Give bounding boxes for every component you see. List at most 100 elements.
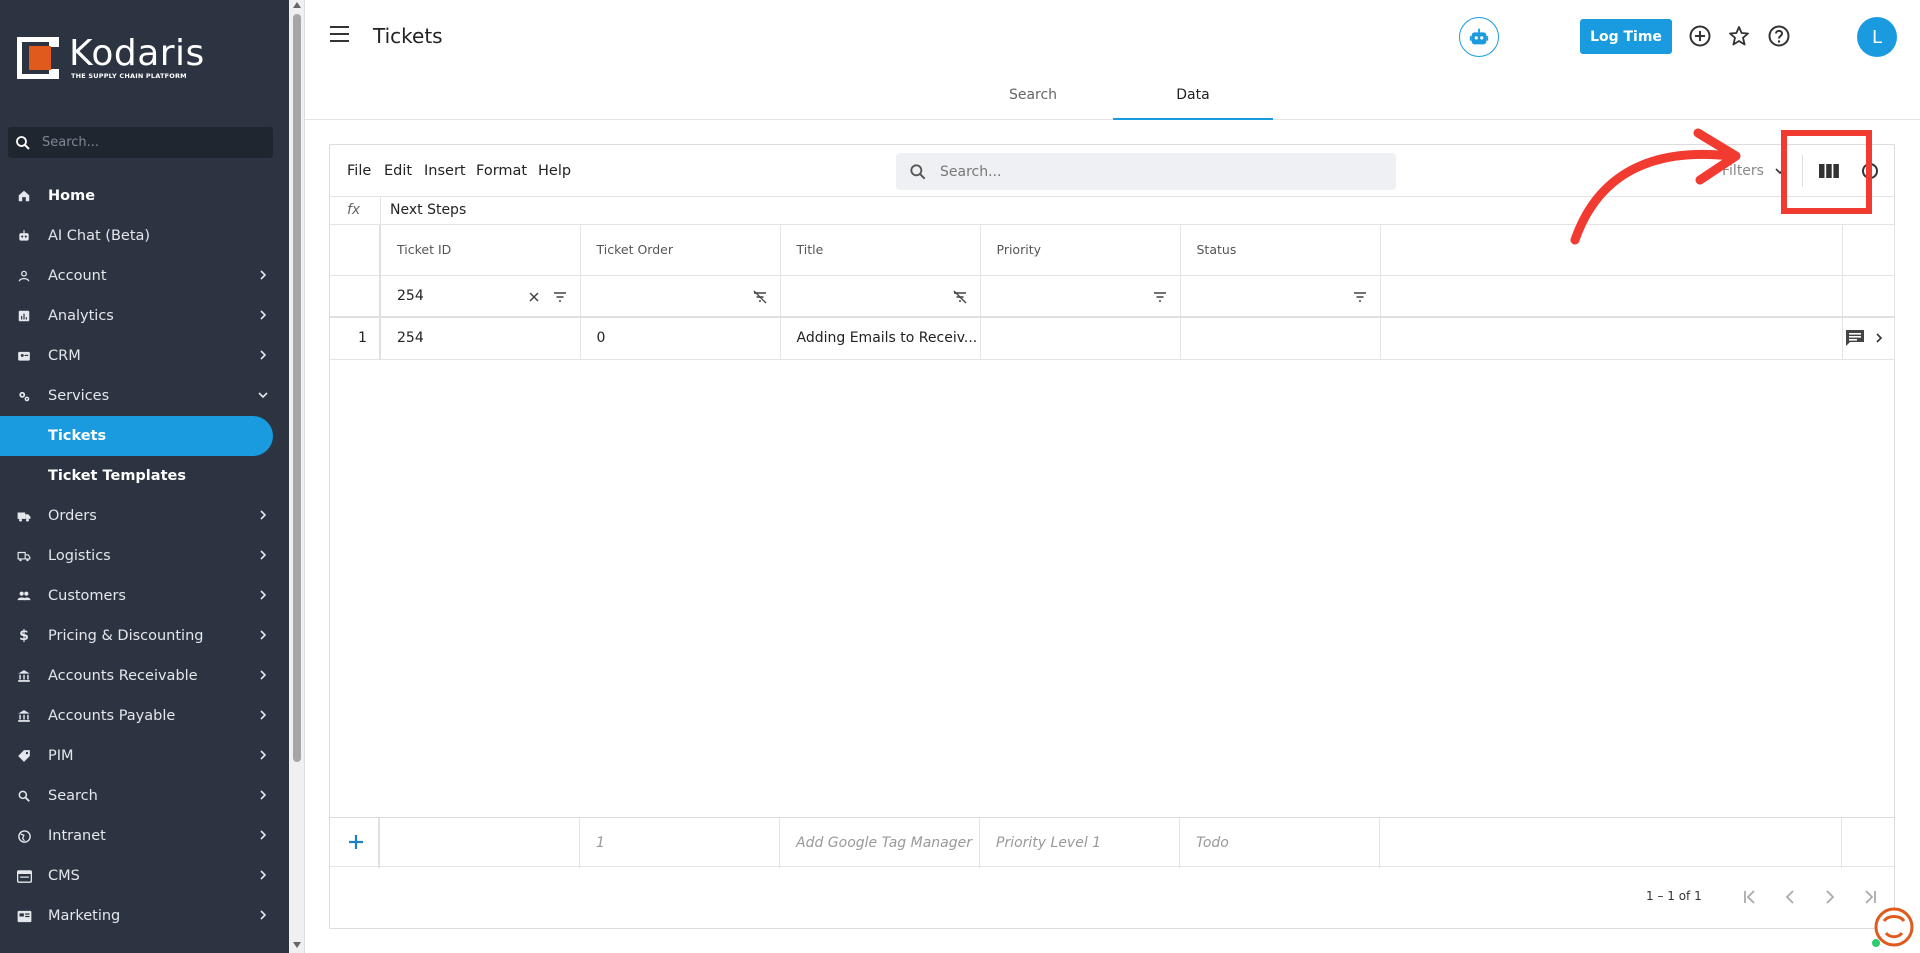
cell-status[interactable] [1180, 317, 1381, 360]
robot-icon [16, 228, 32, 244]
filter-icon[interactable] [1152, 289, 1168, 305]
sidebar-scrollbar[interactable] [289, 0, 305, 953]
kodaris-logo[interactable]: Kodaris THE SUPPLY CHAIN PLATFORM [17, 36, 205, 80]
filter-icon[interactable] [552, 289, 568, 305]
sidebar-item-orders[interactable]: Orders [0, 496, 289, 536]
sidebar-item-pricing[interactable]: $ Pricing & Discounting [0, 616, 289, 656]
filter-cell-priority[interactable] [980, 275, 1181, 318]
sidebar-item-ai-chat[interactable]: AI Chat (Beta) [0, 216, 289, 256]
help-icon[interactable] [1767, 24, 1791, 48]
menu-format[interactable]: Format [476, 163, 527, 179]
scroll-up-arrow-icon[interactable] [293, 2, 301, 8]
sheet-search-input[interactable] [940, 163, 1360, 180]
column-header-title[interactable]: Title [780, 225, 981, 276]
filter-off-icon[interactable] [752, 289, 768, 305]
sidebar-item-ticket-templates[interactable]: Ticket Templates [0, 456, 289, 496]
page-title: Tickets [373, 24, 443, 48]
chevron-right-icon[interactable] [1873, 331, 1885, 345]
star-icon[interactable] [1727, 24, 1751, 48]
sidebar-search[interactable] [8, 127, 273, 158]
first-page-icon[interactable] [1740, 887, 1760, 907]
cell-title[interactable]: Adding Emails to Receiv... [780, 317, 981, 360]
new-empty-cell [1380, 818, 1842, 868]
tab-data[interactable]: Data [1113, 78, 1273, 120]
sidebar-item-label: Accounts Payable [48, 708, 176, 724]
sidebar-item-accounts-payable[interactable]: Accounts Payable [0, 696, 289, 736]
sidebar-item-accounts-receivable[interactable]: Accounts Receivable [0, 656, 289, 696]
sidebar-item-marketing[interactable]: Marketing [0, 896, 289, 936]
view-tabs: Search Data [305, 78, 1920, 120]
column-header-priority[interactable]: Priority [980, 225, 1181, 276]
sidebar-item-label: Tickets [48, 428, 107, 444]
cell-ticket-order[interactable]: 0 [580, 317, 781, 360]
sidebar-item-crm[interactable]: CRM [0, 336, 289, 376]
add-circle-icon[interactable] [1688, 24, 1712, 48]
chevron-right-icon [260, 910, 267, 920]
sidebar-item-cms[interactable]: CMS [0, 856, 289, 896]
formula-value[interactable]: Next Steps [390, 202, 466, 218]
menu-insert[interactable]: Insert [424, 163, 466, 179]
clear-filter-icon[interactable] [526, 289, 542, 305]
sidebar-item-logistics[interactable]: Logistics [0, 536, 289, 576]
cell-empty [1380, 317, 1843, 360]
chevron-right-icon [260, 270, 267, 280]
pagination-range: 1 – 1 of 1 [1646, 889, 1702, 903]
log-time-button[interactable]: Log Time [1580, 19, 1672, 54]
filter-cell-ticket-order[interactable] [580, 275, 781, 318]
cell-ticket-id[interactable]: 254 [380, 317, 581, 360]
sidebar-item-home[interactable]: Home [0, 176, 289, 216]
scroll-down-arrow-icon[interactable] [293, 942, 301, 948]
sidebar-item-account[interactable]: Account [0, 256, 289, 296]
sidebar-item-tickets[interactable]: Tickets [0, 416, 273, 456]
next-page-icon[interactable] [1820, 887, 1840, 907]
scrollbar-thumb[interactable] [293, 14, 301, 762]
menu-edit[interactable]: Edit [384, 163, 412, 179]
table-row[interactable]: 1 254 0 Adding Emails to Receiv... [330, 317, 1895, 360]
menu-file[interactable]: File [347, 163, 371, 179]
filter-cell-title[interactable] [780, 275, 981, 318]
actions-column-header [1841, 225, 1895, 276]
cell-priority[interactable] [980, 317, 1181, 360]
column-header-ticket-id[interactable]: Ticket ID [380, 225, 581, 276]
filter-off-icon[interactable] [952, 289, 968, 305]
new-priority-cell[interactable]: Priority Level 1 [980, 818, 1180, 868]
filter-cell-ticket-id[interactable]: 254 [380, 275, 581, 318]
sidebar-item-label: Services [48, 388, 110, 404]
add-row-plus-icon[interactable] [345, 831, 367, 853]
filter-cell-status[interactable] [1180, 275, 1381, 318]
column-header-status[interactable]: Status [1180, 225, 1381, 276]
sidebar-item-customers[interactable]: Customers [0, 576, 289, 616]
sidebar-item-label: Customers [48, 588, 126, 604]
robot-icon [1469, 28, 1489, 45]
sidebar-item-analytics[interactable]: Analytics [0, 296, 289, 336]
column-header-ticket-order[interactable]: Ticket Order [580, 225, 781, 276]
sheet-search[interactable] [896, 153, 1396, 190]
hamburger-menu-icon[interactable] [330, 26, 352, 46]
sidebar-search-input[interactable] [42, 135, 262, 150]
filter-icon[interactable] [1352, 289, 1368, 305]
sidebar-item-label: Pricing & Discounting [48, 628, 204, 644]
new-ticket-id-cell[interactable] [380, 818, 580, 868]
sidebar-item-services[interactable]: Services [0, 376, 289, 416]
chevron-right-icon [260, 510, 267, 520]
sidebar-item-intranet[interactable]: Intranet [0, 816, 289, 856]
last-page-icon[interactable] [1860, 887, 1880, 907]
menu-help[interactable]: Help [538, 163, 571, 179]
chevron-right-icon [260, 750, 267, 760]
ai-assistant-button[interactable] [1459, 17, 1499, 57]
new-status-cell[interactable]: Todo [1180, 818, 1380, 868]
shipping-icon [16, 548, 32, 564]
filter-cell-actions [1841, 275, 1895, 318]
tab-search[interactable]: Search [953, 78, 1113, 120]
new-ticket-order-cell[interactable]: 1 [580, 818, 780, 868]
comment-icon[interactable] [1845, 329, 1865, 347]
previous-page-icon[interactable] [1780, 887, 1800, 907]
new-row: 1 Add Google Tag Manager Priority Level … [330, 817, 1894, 868]
new-title-cell[interactable]: Add Google Tag Manager [780, 818, 980, 868]
filter-value[interactable]: 254 [397, 288, 424, 304]
sidebar-item-search[interactable]: Search [0, 776, 289, 816]
support-chat-icon[interactable] [1870, 905, 1914, 949]
sidebar-nav: Home AI Chat (Beta) Account Analytics CR… [0, 176, 289, 936]
sidebar-item-pim[interactable]: PIM [0, 736, 289, 776]
user-avatar[interactable]: L [1857, 17, 1897, 57]
